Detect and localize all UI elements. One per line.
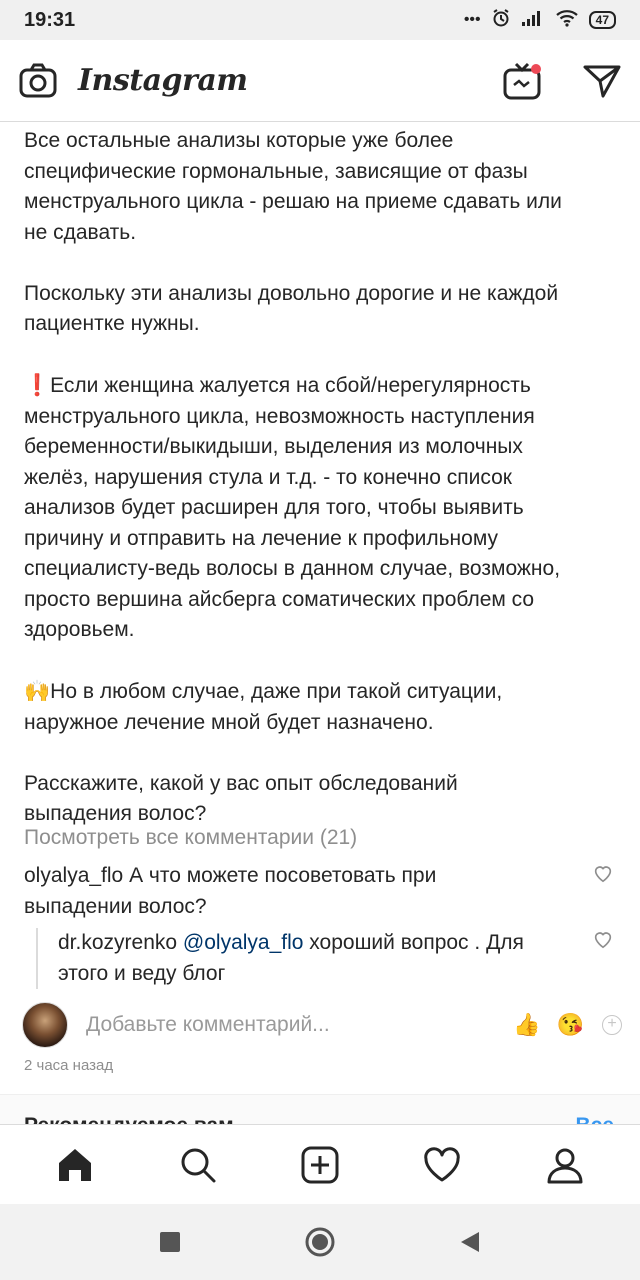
nav-activity[interactable] [410, 1133, 474, 1197]
exclamation-emoji: ❗ [24, 373, 51, 397]
signal-icon [521, 9, 545, 32]
suggestions-see-all-link[interactable]: Все [575, 1114, 614, 1124]
caption-paragraph: 🙌Но в любом случае, даже при такой ситуа… [24, 679, 503, 734]
suggestions-section: Рекомендуемое вам Все [0, 1094, 640, 1124]
alarm-icon [491, 8, 511, 33]
nav-profile[interactable] [533, 1133, 597, 1197]
back-triangle-icon [461, 1232, 479, 1252]
suggestions-title: Рекомендуемое вам [24, 1114, 234, 1124]
direct-message-button[interactable] [582, 61, 622, 101]
post-timestamp: 2 часа назад [24, 1057, 114, 1074]
nav-add-post[interactable] [288, 1133, 352, 1197]
post-caption: Все остальные анализы которые уже более … [24, 126, 624, 830]
comment-item: olyalya_flo А что можете посоветовать пр… [24, 861, 584, 922]
caption-paragraph: ❗Если женщина жалуется на сбой/нерегуляр… [24, 373, 561, 641]
profile-icon [547, 1148, 583, 1183]
igtv-button[interactable] [502, 61, 542, 101]
like-comment-icon[interactable] [592, 862, 614, 884]
bottom-navigation [0, 1124, 640, 1204]
system-navigation-bar [0, 1204, 640, 1280]
avatar [22, 1002, 68, 1048]
caption-paragraph: Поскольку эти анализы довольно дорогие и… [24, 281, 559, 336]
kiss-emoji-button[interactable]: 😘 [557, 1012, 584, 1038]
nav-home[interactable] [43, 1133, 107, 1197]
circle-icon [305, 1227, 335, 1257]
add-emoji-icon[interactable]: + [602, 1015, 622, 1035]
home-system-button[interactable] [300, 1222, 340, 1262]
add-post-icon [301, 1146, 339, 1183]
battery-indicator: 47 [588, 11, 616, 29]
add-comment-row: Добавьте комментарий... 👍 😘 + [22, 1000, 622, 1050]
wifi-icon [555, 9, 579, 32]
comment-username[interactable]: olyalya_flo [24, 864, 123, 887]
status-bar: 19:31 ••• 47 [0, 0, 640, 40]
caption-paragraph: Расскажите, какой у вас опыт обследовани… [24, 771, 458, 826]
square-icon [160, 1232, 180, 1252]
status-icons: ••• 47 [464, 8, 616, 33]
status-time: 19:31 [24, 8, 76, 31]
back-button[interactable] [450, 1222, 490, 1262]
paper-plane-icon [583, 65, 621, 97]
search-icon [181, 1148, 216, 1182]
home-icon [59, 1148, 92, 1181]
reply-username[interactable]: dr.kozyrenko [58, 931, 177, 954]
like-reply-icon[interactable] [592, 928, 614, 950]
view-all-comments-link[interactable]: Посмотреть все комментарии (21) [24, 826, 357, 850]
more-dots-icon: ••• [463, 11, 481, 28]
add-comment-input[interactable]: Добавьте комментарий... [86, 1013, 497, 1037]
app-header: Instagram [0, 40, 640, 122]
caption-paragraph: Все остальные анализы которые уже более … [24, 129, 562, 244]
thumbs-up-emoji-button[interactable]: 👍 [513, 1012, 540, 1038]
reply-mention[interactable]: @olyalya_flo [183, 931, 304, 954]
recents-button[interactable] [150, 1222, 190, 1262]
instagram-logo: Instagram [78, 63, 248, 98]
activity-heart-icon [424, 1146, 461, 1181]
raised-hands-emoji: 🙌 [24, 679, 51, 703]
camera-icon [19, 63, 57, 97]
camera-button[interactable] [18, 61, 58, 101]
nav-search[interactable] [166, 1133, 230, 1197]
igtv-icon [503, 62, 541, 99]
comment-reply: dr.kozyrenko @olyalya_flo хороший вопрос… [36, 928, 596, 989]
